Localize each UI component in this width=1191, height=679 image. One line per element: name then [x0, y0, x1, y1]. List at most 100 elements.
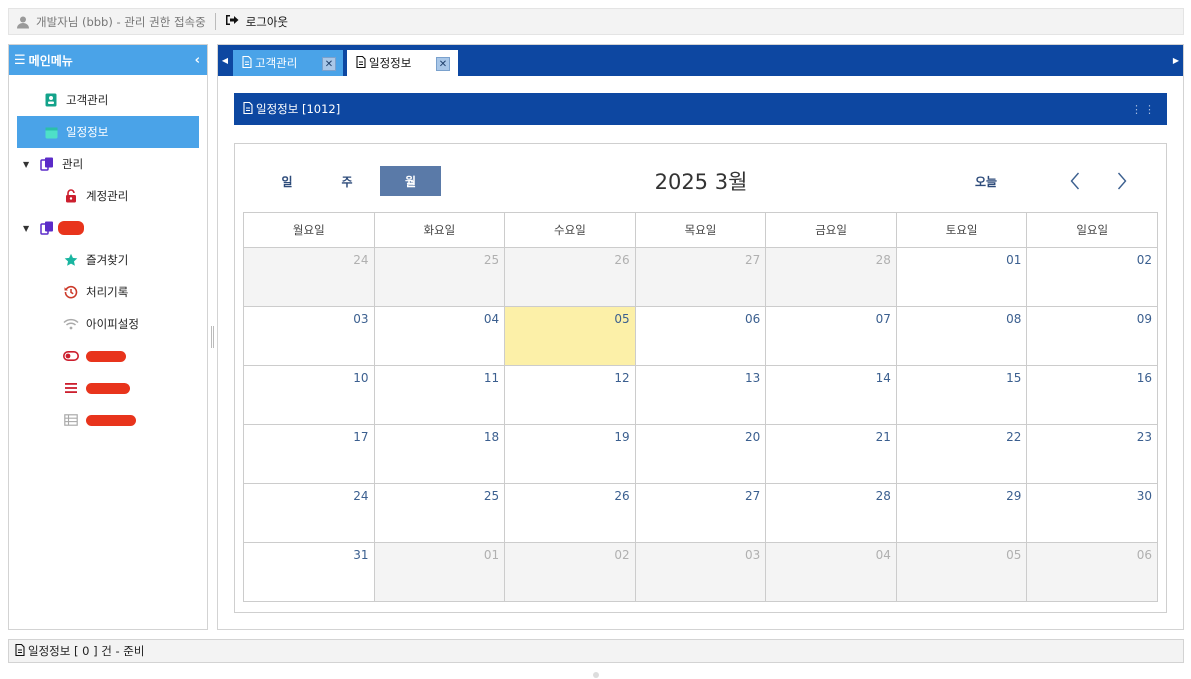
sidebar-item-schedule[interactable]: 일정정보	[17, 116, 199, 148]
day-cell[interactable]: 31	[244, 543, 375, 602]
day-cell[interactable]: 20	[635, 425, 767, 484]
day-cell[interactable]: 29	[896, 484, 1028, 543]
day-cell[interactable]: 02	[1027, 248, 1158, 307]
logout-button[interactable]: 로그아웃	[225, 14, 288, 30]
day-cell[interactable]: 23	[1027, 425, 1158, 484]
panel-options-icon[interactable]: ⋮⋮	[1131, 103, 1157, 116]
user-status-text: 개발자님 (bbb) - 관리 권한 접속중	[36, 14, 206, 29]
day-cells: 24 25 26 27 28 01 02 03 04 05 06 07 08 09 10 11 12 13 14 15…	[243, 248, 1158, 602]
main-content: ◀ 고객관리 ✕ 일정정보 ✕ ▶ 일정정보 [1012] ⋮⋮ 일 주 월 2…	[217, 44, 1184, 630]
close-tab-icon[interactable]: ✕	[436, 57, 450, 71]
resize-grip[interactable]	[593, 672, 599, 678]
panel-title: 일정정보 [1012]	[256, 102, 341, 116]
week-view-button[interactable]: 주	[335, 166, 359, 196]
sidebar-item-label: 아이피설정	[86, 317, 139, 331]
sidebar-item-label: 일정정보	[66, 125, 109, 139]
sidebar-title: 메인메뉴	[28, 53, 73, 68]
tab-customers[interactable]: 고객관리 ✕	[233, 50, 343, 76]
day-cell-other-month[interactable]: 28	[766, 248, 897, 307]
day-cell[interactable]: 18	[374, 425, 506, 484]
month-grid: 월요일 화요일 수요일 목요일 금요일 토요일 일요일 24 25 26 27 28 01 02 03 04…	[243, 212, 1158, 602]
list-icon	[63, 380, 79, 396]
tab-schedule[interactable]: 일정정보 ✕	[347, 50, 458, 76]
weekday-label: 토요일	[896, 213, 1028, 248]
day-cell[interactable]: 14	[766, 366, 897, 425]
sidebar-group-admin[interactable]: ▼ 관리	[23, 148, 193, 180]
day-cell-other-month[interactable]: 24	[244, 248, 375, 307]
day-cell-other-month[interactable]: 05	[896, 543, 1028, 602]
day-cell[interactable]: 09	[1027, 307, 1158, 366]
day-cell[interactable]: 12	[505, 366, 636, 425]
day-cell-today[interactable]: 05	[505, 307, 636, 366]
logout-label: 로그아웃	[245, 14, 289, 29]
day-cell[interactable]: 04	[374, 307, 506, 366]
sidebar-item-label: 계정관리	[86, 189, 129, 203]
top-bar: 개발자님 (bbb) - 관리 권한 접속중 로그아웃	[8, 8, 1184, 35]
sidebar-resize-handle[interactable]	[211, 326, 214, 348]
redaction-mark	[86, 382, 130, 394]
day-cell[interactable]: 07	[766, 307, 897, 366]
sidebar-item-accounts[interactable]: 계정관리	[63, 180, 193, 212]
tab-scroll-left-icon[interactable]: ◀	[219, 45, 231, 76]
sidebar-item-label: 처리기록	[86, 285, 129, 299]
day-cell[interactable]: 30	[1027, 484, 1158, 543]
collapse-sidebar-icon[interactable]: ‹	[195, 53, 200, 68]
day-cell[interactable]: 26	[505, 484, 636, 543]
weekday-label: 금요일	[766, 213, 897, 248]
sidebar-item-customers[interactable]: 고객관리	[43, 84, 193, 116]
day-cell[interactable]: 15	[896, 366, 1028, 425]
sidebar-item-ip-settings[interactable]: 아이피설정	[63, 308, 193, 340]
close-tab-icon[interactable]: ✕	[322, 57, 336, 71]
tab-scroll-right-icon[interactable]: ▶	[1170, 45, 1182, 76]
day-cell[interactable]: 06	[635, 307, 767, 366]
weekday-label: 화요일	[374, 213, 506, 248]
day-cell-other-month[interactable]: 03	[635, 543, 767, 602]
day-cell[interactable]: 22	[896, 425, 1028, 484]
status-text: 일정정보 [ 0 ] 건 - 준비	[28, 644, 145, 658]
sidebar-header: ☰ 메인메뉴 ‹	[9, 45, 207, 75]
day-cell[interactable]: 11	[374, 366, 506, 425]
sidebar-group-redacted[interactable]: ▼	[23, 212, 193, 244]
day-cell[interactable]: 17	[244, 425, 375, 484]
day-cell[interactable]: 19	[505, 425, 636, 484]
day-cell[interactable]: 21	[766, 425, 897, 484]
day-cell-other-month[interactable]: 27	[635, 248, 767, 307]
day-cell-other-month[interactable]: 26	[505, 248, 636, 307]
redaction-mark	[86, 350, 126, 362]
day-cell-other-month[interactable]: 25	[374, 248, 506, 307]
wifi-icon	[63, 316, 79, 332]
month-view-button[interactable]: 월	[380, 166, 441, 196]
day-cell[interactable]: 08	[896, 307, 1028, 366]
sidebar-item-favorites[interactable]: 즐겨찾기	[63, 244, 193, 276]
sidebar-item-redacted-1[interactable]	[63, 340, 193, 372]
day-cell[interactable]: 13	[635, 366, 767, 425]
sidebar-item-label: 고객관리	[66, 93, 109, 107]
today-button[interactable]: 오늘	[975, 166, 997, 196]
day-cell[interactable]: 16	[1027, 366, 1158, 425]
day-cell[interactable]: 24	[244, 484, 375, 543]
next-month-icon[interactable]	[1110, 166, 1134, 196]
calendar-title: 2025 3월	[654, 170, 748, 194]
day-cell-other-month[interactable]: 02	[505, 543, 636, 602]
sidebar-item-redacted-2[interactable]	[63, 372, 193, 404]
unlock-icon	[63, 188, 79, 204]
day-cell-other-month[interactable]: 04	[766, 543, 897, 602]
user-icon	[16, 15, 30, 29]
user-info: 개발자님 (bbb) - 관리 권한 접속중	[9, 9, 206, 34]
day-cell[interactable]: 28	[766, 484, 897, 543]
day-cell-other-month[interactable]: 01	[374, 543, 506, 602]
day-cell[interactable]: 27	[635, 484, 767, 543]
day-cell[interactable]: 03	[244, 307, 375, 366]
day-cell[interactable]: 25	[374, 484, 506, 543]
toggle-icon	[63, 348, 79, 364]
weekday-label: 목요일	[635, 213, 767, 248]
previous-month-icon[interactable]	[1063, 166, 1087, 196]
tab-label: 고객관리	[255, 56, 298, 70]
day-cell-other-month[interactable]: 06	[1027, 543, 1158, 602]
document-icon	[242, 55, 252, 71]
day-view-button[interactable]: 일	[275, 166, 299, 196]
sidebar-item-history[interactable]: 처리기록	[63, 276, 193, 308]
day-cell[interactable]: 10	[244, 366, 375, 425]
sidebar-item-redacted-3[interactable]	[63, 404, 193, 436]
day-cell[interactable]: 01	[896, 248, 1028, 307]
